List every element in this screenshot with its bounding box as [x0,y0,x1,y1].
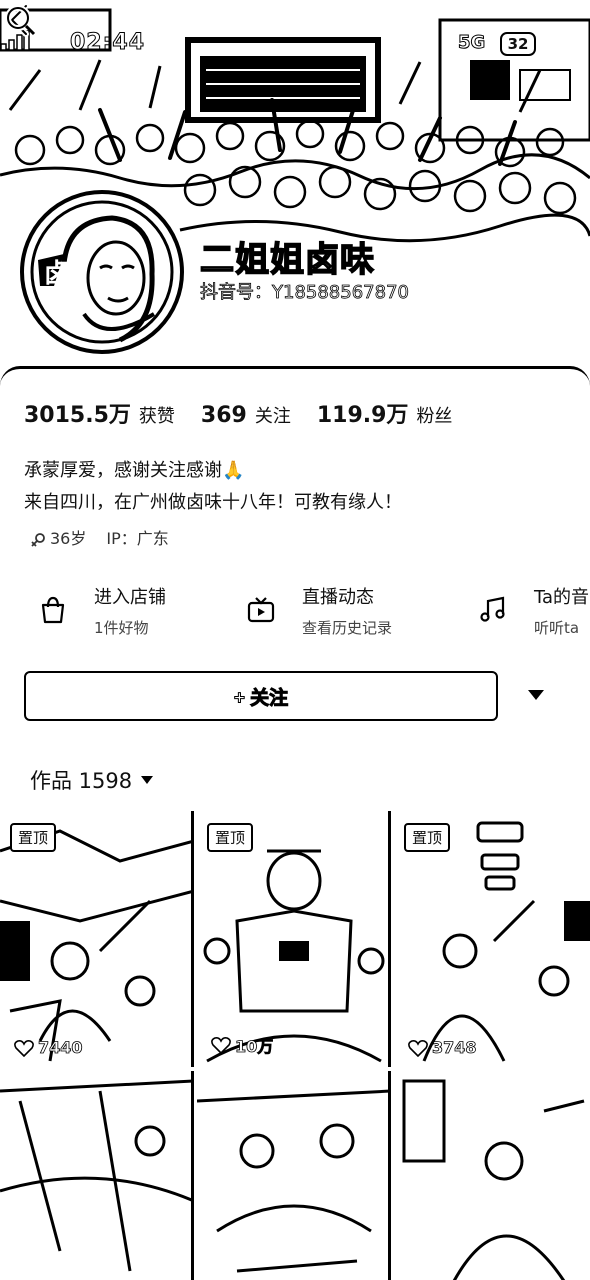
entry-title: Ta的音 [534,587,590,608]
follow-button[interactable]: + 关注 [24,671,498,721]
live-entry[interactable]: 直播动态 查看历史记录 [246,583,446,643]
video-tile[interactable] [197,1071,391,1280]
entry-title: 进入店铺 [94,587,166,608]
profile-bio: 承蒙厚爱，感谢关注感谢🙏 来自四川，在广州做卤味十八年！可教有缘人！ [24,455,402,519]
stat-likes[interactable]: 3015.5万 获赞 [24,397,175,429]
profile-meta: 36岁 IP：广东 [30,525,169,549]
status-bar: 02:44 5G 32 [0,30,590,60]
music-note-icon [480,596,505,622]
entry-subtitle: 查看历史记录 [302,619,393,637]
network-type: 5G [457,32,486,54]
video-tile[interactable] [0,1071,194,1280]
profile-card: 3015.5万 获赞 369 关注 119.9万 粉丝 承蒙厚爱，感谢关注感谢🙏… [0,366,590,1280]
avatar-portrait-image: 卤 [30,200,174,344]
heart-icon [408,1039,428,1057]
video-thumbnail-image [0,1071,191,1280]
video-thumbnail-image [394,1071,590,1280]
pinned-badge: 置顶 [207,823,254,852]
shopping-bag-icon [41,596,65,624]
stat-value: 3015.5万 [24,403,131,428]
music-entry[interactable]: Ta的音 听听ta [478,583,590,643]
likes-count: 7440 [38,1038,83,1058]
battery-level: 32 [500,32,536,56]
stat-followers[interactable]: 119.9万 粉丝 [317,397,453,429]
entry-subtitle: 听听ta [534,619,580,637]
stat-label: 关注 [254,406,291,427]
works-tab[interactable]: 作品 1598 [30,765,154,795]
svg-text:卤: 卤 [44,259,70,289]
works-grid: 置顶 7440 置顶 10万 置顶 3748 [0,811,590,1280]
video-likes: 10万 [211,1033,274,1057]
pinned-badge: 置顶 [10,823,57,852]
video-tile[interactable]: 置顶 7440 [0,811,194,1067]
profile-handle[interactable]: 抖音号：Y18588567870 [200,278,410,304]
profile-banner: 02:44 5G 32 卤 二姐姐卤味 抖音号：Y18588567870 [0,0,590,380]
stat-label: 获赞 [138,406,175,427]
search-icon[interactable] [0,0,40,40]
video-tile[interactable]: 置顶 10万 [197,811,391,1067]
entry-title: 直播动态 [302,587,374,608]
profile-stats: 3015.5万 获赞 369 关注 119.9万 粉丝 [24,397,452,429]
shop-entry[interactable]: 进入店铺 1件好物 [38,583,218,643]
female-icon [31,532,45,547]
pinned-badge: 置顶 [404,823,451,852]
profile-name: 二姐姐卤味 [199,239,375,281]
likes-count: 3748 [432,1038,477,1058]
entry-subtitle: 1件好物 [94,619,149,637]
status-time: 02:44 [69,30,146,56]
bio-line: 承蒙厚爱，感谢关注感谢🙏 [24,460,245,481]
video-tile[interactable] [394,1071,590,1280]
video-thumbnail-image [197,1071,388,1280]
caret-down-icon [141,776,154,784]
live-tv-icon [247,597,275,623]
works-count: 作品 1598 [30,769,133,793]
video-likes: 3748 [408,1038,477,1057]
triangle-down-icon[interactable] [526,687,546,703]
age-text: 36岁 [50,529,87,548]
stat-value: 119.9万 [316,403,409,428]
avatar[interactable]: 卤 [20,190,184,354]
bio-line: 来自四川，在广州做卤味十八年！可教有缘人！ [24,492,402,513]
heart-icon [14,1039,34,1057]
video-likes: 7440 [14,1038,83,1057]
stat-value: 369 [200,403,247,428]
age-tag: 36岁 [30,525,86,549]
likes-count: 10万 [235,1037,274,1057]
profile-entries: 进入店铺 1件好物 直播动态 查看历史记录 Ta的音 听听ta [0,583,590,643]
heart-icon [211,1037,231,1054]
ip-location: IP：广东 [106,529,169,548]
stat-following[interactable]: 369 关注 [201,402,291,428]
stat-label: 粉丝 [416,406,453,427]
video-tile[interactable]: 置顶 3748 [394,811,590,1067]
